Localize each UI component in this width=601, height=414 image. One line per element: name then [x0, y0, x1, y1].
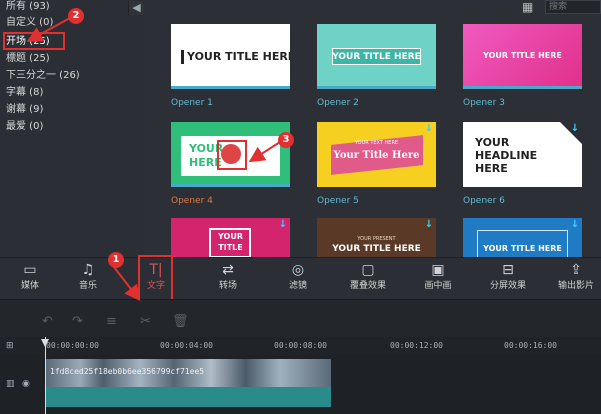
eye-icon[interactable]: ◉ — [22, 379, 30, 389]
thumbnail-text: YOUR TITLE HERE — [483, 244, 562, 253]
thumbnail-opener-5[interactable]: YOUR TEXT HERE Your Title Here ↓ — [317, 122, 436, 187]
thumbnail-text: YOUR HEADLINE HERE — [475, 136, 538, 175]
transition-icon: ⇄ — [222, 262, 234, 278]
tab-overlays[interactable]: ▢ 覆叠效果 — [344, 261, 392, 299]
undo-icon[interactable]: ↶ — [42, 315, 53, 329]
tab-label: 输出影片 — [557, 281, 594, 291]
download-icon[interactable]: ↓ — [570, 124, 580, 134]
tab-pip[interactable]: ▣ 画中画 — [418, 261, 458, 299]
download-icon[interactable]: ↓ — [424, 124, 434, 134]
thumbnail-opener-8[interactable]: YOUR PRESENT YOUR TITLE HERE ↓ — [317, 218, 436, 257]
sidebar-item-subtitles[interactable]: 字幕 (8) — [6, 86, 43, 100]
tab-label: 覆叠效果 — [349, 281, 386, 291]
ruler-tick: 00:00:16:00 — [504, 341, 557, 350]
export-icon: ⇪ — [570, 262, 582, 278]
annotation-badge-3: 3 — [278, 132, 294, 148]
thumbnail-text: YOUR — [218, 232, 243, 241]
thumbnail-opener-7[interactable]: YOUR TITLE ↓ — [171, 218, 290, 257]
video-clip[interactable]: 1fd8ced25f18eb0b6ee356799cf71ee5 — [46, 359, 331, 407]
grid-view-icon[interactable]: ▦ — [522, 1, 534, 13]
thumbnail-label: Opener 3 — [463, 98, 505, 108]
thumbnail-label: Opener 1 — [171, 98, 213, 108]
thumbnail-text: YOUR TITLE HERE — [483, 51, 562, 60]
search-input[interactable] — [545, 0, 601, 14]
thumbnail-label: Opener 5 — [317, 196, 359, 206]
sidebar-item-all[interactable]: 所有 (93) — [6, 0, 50, 14]
category-sidebar: 所有 (93) 自定义 (0) 开场 (25) 標题 (25) 下三分之一 (2… — [0, 0, 145, 257]
tab-label: 分屏效果 — [489, 281, 526, 291]
thumbnail-text: YOUR TITLE HERE — [332, 244, 421, 254]
tab-label: 转场 — [218, 281, 237, 291]
tab-label: 画中画 — [424, 281, 452, 291]
delete-icon[interactable]: 🗑 — [172, 315, 189, 329]
download-icon[interactable]: ↓ — [278, 220, 288, 230]
ruler-tick: 00:00:00:00 — [46, 341, 99, 350]
tab-label: 音乐 — [78, 281, 97, 291]
thumbnail-label: Opener 6 — [463, 196, 505, 206]
thumbnail-text: YOUR TITLE HERE — [332, 52, 421, 62]
ruler-tick: 00:00:08:00 — [274, 341, 327, 350]
thumbnail-opener-4[interactable]: YOUR HERE — [171, 122, 290, 187]
adjust-icon[interactable]: ≡ — [106, 315, 117, 329]
thumbnail-subtext: YOUR PRESENT — [357, 236, 396, 242]
thumbnail-opener-2[interactable]: YOUR TITLE HERE — [317, 24, 436, 89]
thumbnail-text: Your Title Here — [333, 150, 420, 161]
thumbnail-text: TITLE — [218, 243, 243, 252]
main-toolbar: ▭ 媒体 ♫ 音乐 T| 文字 ⇄ 转场 ◎ 滤镜 ▢ 覆叠效果 ▣ 画中画 ⊟ — [0, 257, 601, 299]
thumbnail-opener-3[interactable]: YOUR TITLE HERE — [463, 24, 582, 89]
download-icon[interactable]: ↓ — [570, 220, 580, 230]
filter-icon: ◎ — [291, 262, 305, 278]
thumbnail-text: YOUR TITLE HERE — [187, 50, 290, 63]
sidebar-item-titles[interactable]: 標题 (25) — [6, 52, 50, 66]
sidebar-item-custom[interactable]: 自定义 (0) — [6, 16, 53, 30]
tab-label: 媒体 — [20, 281, 39, 291]
annotation-badge-1: 1 — [108, 252, 124, 268]
timeline-ruler[interactable]: ⊞ 00:00:00:00 00:00:04:00 00:00:08:00 00… — [0, 337, 601, 355]
music-note-icon: ♫ — [81, 262, 95, 278]
thumbnail-opener-1[interactable]: YOUR TITLE HERE — [171, 24, 290, 89]
track-settings-icon[interactable]: ⊞ — [6, 341, 14, 351]
folder-icon: ▭ — [23, 262, 37, 278]
clip-name: 1fd8ced25f18eb0b6ee356799cf71ee5 — [50, 367, 205, 376]
template-grid: YOUR TITLE HERE Opener 1 YOUR TITLE HERE… — [145, 0, 601, 257]
sidebar-item-lower-thirds[interactable]: 下三分之一 (26) — [6, 69, 80, 83]
tab-media[interactable]: ▭ 媒体 — [14, 261, 46, 299]
playhead[interactable] — [45, 337, 46, 414]
annotation-badge-2: 2 — [68, 8, 84, 24]
ruler-tick: 00:00:12:00 — [390, 341, 443, 350]
picture-in-picture-icon: ▣ — [431, 262, 445, 278]
thumbnail-label: Opener 2 — [317, 98, 359, 108]
highlight-box-text-tab — [138, 255, 173, 302]
thumbnail-opener-6[interactable]: YOUR HEADLINE HERE ↓ — [463, 122, 582, 187]
thumbnail-opener-9[interactable]: YOUR TITLE HERE ↓ — [463, 218, 582, 257]
tab-transitions[interactable]: ⇄ 转场 — [212, 261, 244, 299]
thumbnail-label: Opener 4 — [171, 196, 213, 206]
highlight-box-opener — [3, 32, 65, 50]
tab-music[interactable]: ♫ 音乐 — [72, 261, 104, 299]
chevron-left-icon[interactable]: ◀ — [128, 1, 144, 15]
timeline-controls: ↶ ↷ ≡ ✂ 🗑 — [0, 299, 601, 341]
tab-split-screen[interactable]: ⊟ 分屏效果 — [484, 261, 532, 299]
app-window: 所有 (93) 自定义 (0) 开场 (25) 標题 (25) 下三分之一 (2… — [0, 0, 601, 414]
ruler-tick: 00:00:04:00 — [160, 341, 213, 350]
tab-filters[interactable]: ◎ 滤镜 — [282, 261, 314, 299]
thumbnail-subtext: YOUR TEXT HERE — [354, 140, 399, 146]
sidebar-item-favorites[interactable]: 最爱 (0) — [6, 120, 43, 134]
redo-icon[interactable]: ↷ — [72, 315, 83, 329]
download-icon[interactable]: ↓ — [424, 220, 434, 230]
tab-label: 滤镜 — [288, 281, 307, 291]
tab-export[interactable]: ⇪ 输出影片 — [552, 261, 600, 299]
cut-icon[interactable]: ✂ — [140, 315, 151, 329]
split-screen-icon: ⊟ — [502, 262, 514, 278]
overlay-icon: ▢ — [361, 262, 375, 278]
sidebar-item-credits[interactable]: 谢幕 (9) — [6, 103, 43, 117]
film-icon: ▥ — [6, 379, 15, 389]
